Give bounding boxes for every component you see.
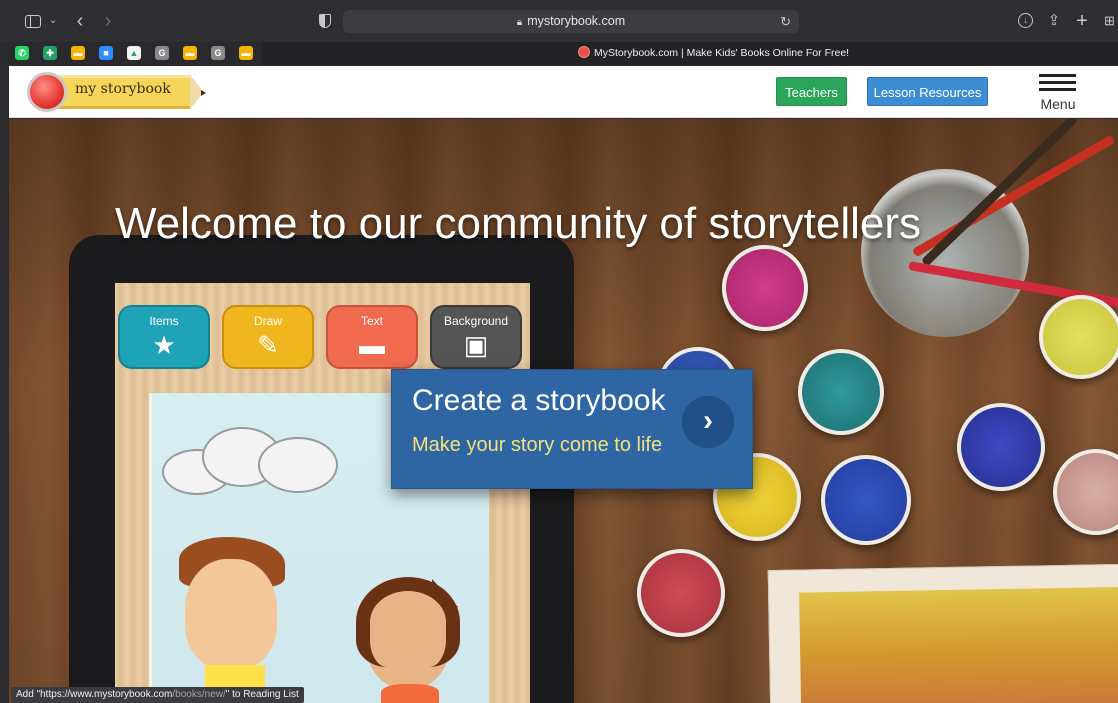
paint-pot-magenta	[722, 245, 808, 331]
google-drive-icon[interactable]: ▲	[127, 46, 141, 60]
paint-pot-yellow-green	[1039, 295, 1118, 379]
whatsapp-icon[interactable]: ✆	[15, 46, 29, 60]
google-sheets-icon[interactable]: ✚	[43, 46, 57, 60]
privacy-shield-icon[interactable]	[316, 11, 334, 31]
hamburger-bar	[1039, 88, 1076, 91]
download-icon[interactable]: ↓	[1017, 11, 1035, 31]
tab-bar: ✆ ✚ ▬ ■ ▲ G ▬ G ▬ MyStorybook.com | Make Kids' B…	[0, 42, 1118, 65]
tab-title-text: MyStorybook.com | Make Kids' Books Onlin…	[594, 47, 850, 59]
sidebar-toggle-icon[interactable]	[22, 11, 44, 31]
paint-pot-royal-blue	[821, 455, 911, 545]
site-favicon-icon	[578, 46, 590, 58]
tablet-screen: Items ★ Draw ✎ Text ▬ Background ▣	[115, 283, 530, 703]
address-bar[interactable]: 🔒︎ mystorybook.com ↻	[343, 10, 799, 33]
status-prefix: Add "https://www.mystorybook.com	[16, 689, 173, 700]
boy-character	[185, 559, 277, 669]
painting-art	[799, 587, 1118, 703]
google-slides-icon[interactable]: ▬	[71, 46, 85, 60]
pencil-icon: ✎	[257, 330, 279, 360]
tool-background: Background ▣	[430, 305, 522, 369]
url-text: mystorybook.com	[527, 14, 626, 28]
tool-items-label: Items	[149, 314, 179, 328]
star-icon: ★	[152, 330, 176, 360]
girl-character-shirt	[381, 684, 439, 703]
cloud-illustration	[162, 423, 342, 501]
status-path: /books/new/	[172, 689, 226, 700]
tool-background-label: Background	[443, 314, 509, 328]
tool-text-label: Text	[360, 314, 383, 328]
menu-label: Menu	[1040, 96, 1076, 112]
chevron-right-icon: ›	[682, 396, 734, 448]
site-logo[interactable]: my storybook	[27, 72, 217, 112]
speech-bubble-icon: ▬	[359, 330, 385, 360]
hero-title: Welcome to our community of storytellers	[114, 199, 922, 248]
lesson-resources-button[interactable]: Lesson Resources	[867, 77, 988, 106]
reload-icon[interactable]: ↻	[780, 10, 791, 33]
logo-eraser	[27, 72, 67, 112]
cta-title: Create a storybook	[412, 384, 666, 417]
forward-arrow-icon[interactable]: ›	[98, 11, 118, 31]
site-header: my storybook Teachers Lesson Resources M…	[9, 66, 1118, 118]
grammarly-icon[interactable]: G	[155, 46, 169, 60]
status-suffix: " to Reading List	[225, 689, 299, 700]
cta-subtitle: Make your story come to life	[412, 434, 663, 456]
tab-overview-icon[interactable]: ⊞	[1101, 11, 1118, 31]
active-tab[interactable]: MyStorybook.com | Make Kids' Books Onlin…	[578, 42, 849, 65]
cloud-puff	[258, 437, 338, 493]
grammarly-icon-2[interactable]: G	[211, 46, 225, 60]
water-glass-image	[861, 169, 1029, 337]
hamburger-icon	[1039, 74, 1076, 77]
logo-pencil-lead	[201, 90, 206, 96]
paint-pot-red	[637, 549, 725, 637]
hamburger-bar	[1039, 81, 1076, 84]
girl-character-hair	[356, 577, 460, 667]
logo-text: my storybook	[75, 81, 171, 97]
pinned-tabs: ✆ ✚ ▬ ■ ▲ G ▬ G ▬	[0, 42, 262, 65]
back-arrow-icon[interactable]: ‹	[70, 11, 90, 31]
share-icon[interactable]: ⇪	[1045, 11, 1063, 31]
google-slides-icon-2[interactable]: ▬	[183, 46, 197, 60]
teachers-button[interactable]: Teachers	[776, 77, 847, 106]
status-bar-tooltip: Add "https://www.mystorybook.com/books/n…	[11, 687, 304, 703]
browser-window: ⌄ ‹ › 🔒︎ mystorybook.com ↻ ↓ ⇪ + ⊞ ✆ ✚ ▬ ■ ▲ G…	[0, 0, 1118, 703]
tool-text: Text ▬	[326, 305, 418, 369]
google-slides-icon-3[interactable]: ▬	[239, 46, 253, 60]
picture-icon: ▣	[463, 330, 489, 360]
new-tab-icon[interactable]: +	[1073, 11, 1091, 31]
paint-pot-indigo	[957, 403, 1045, 491]
hero-banner: Items ★ Draw ✎ Text ▬ Background ▣ Welco…	[9, 119, 1118, 703]
tool-draw-label: Draw	[253, 314, 282, 328]
zoom-icon[interactable]: ■	[99, 46, 113, 60]
painting-paper-image	[767, 563, 1118, 703]
browser-toolbar: ⌄ ‹ › 🔒︎ mystorybook.com ↻ ↓ ⇪ + ⊞	[0, 0, 1118, 42]
menu-button[interactable]: Menu	[1035, 72, 1081, 112]
paint-pot-teal	[798, 349, 884, 435]
tool-items: Items ★	[118, 305, 210, 369]
tool-draw: Draw ✎	[222, 305, 314, 369]
chevron-down-icon[interactable]: ⌄	[47, 11, 59, 31]
lock-icon: 🔒︎	[516, 17, 523, 28]
create-storybook-button[interactable]: Create a storybook Make your story come …	[391, 369, 753, 489]
